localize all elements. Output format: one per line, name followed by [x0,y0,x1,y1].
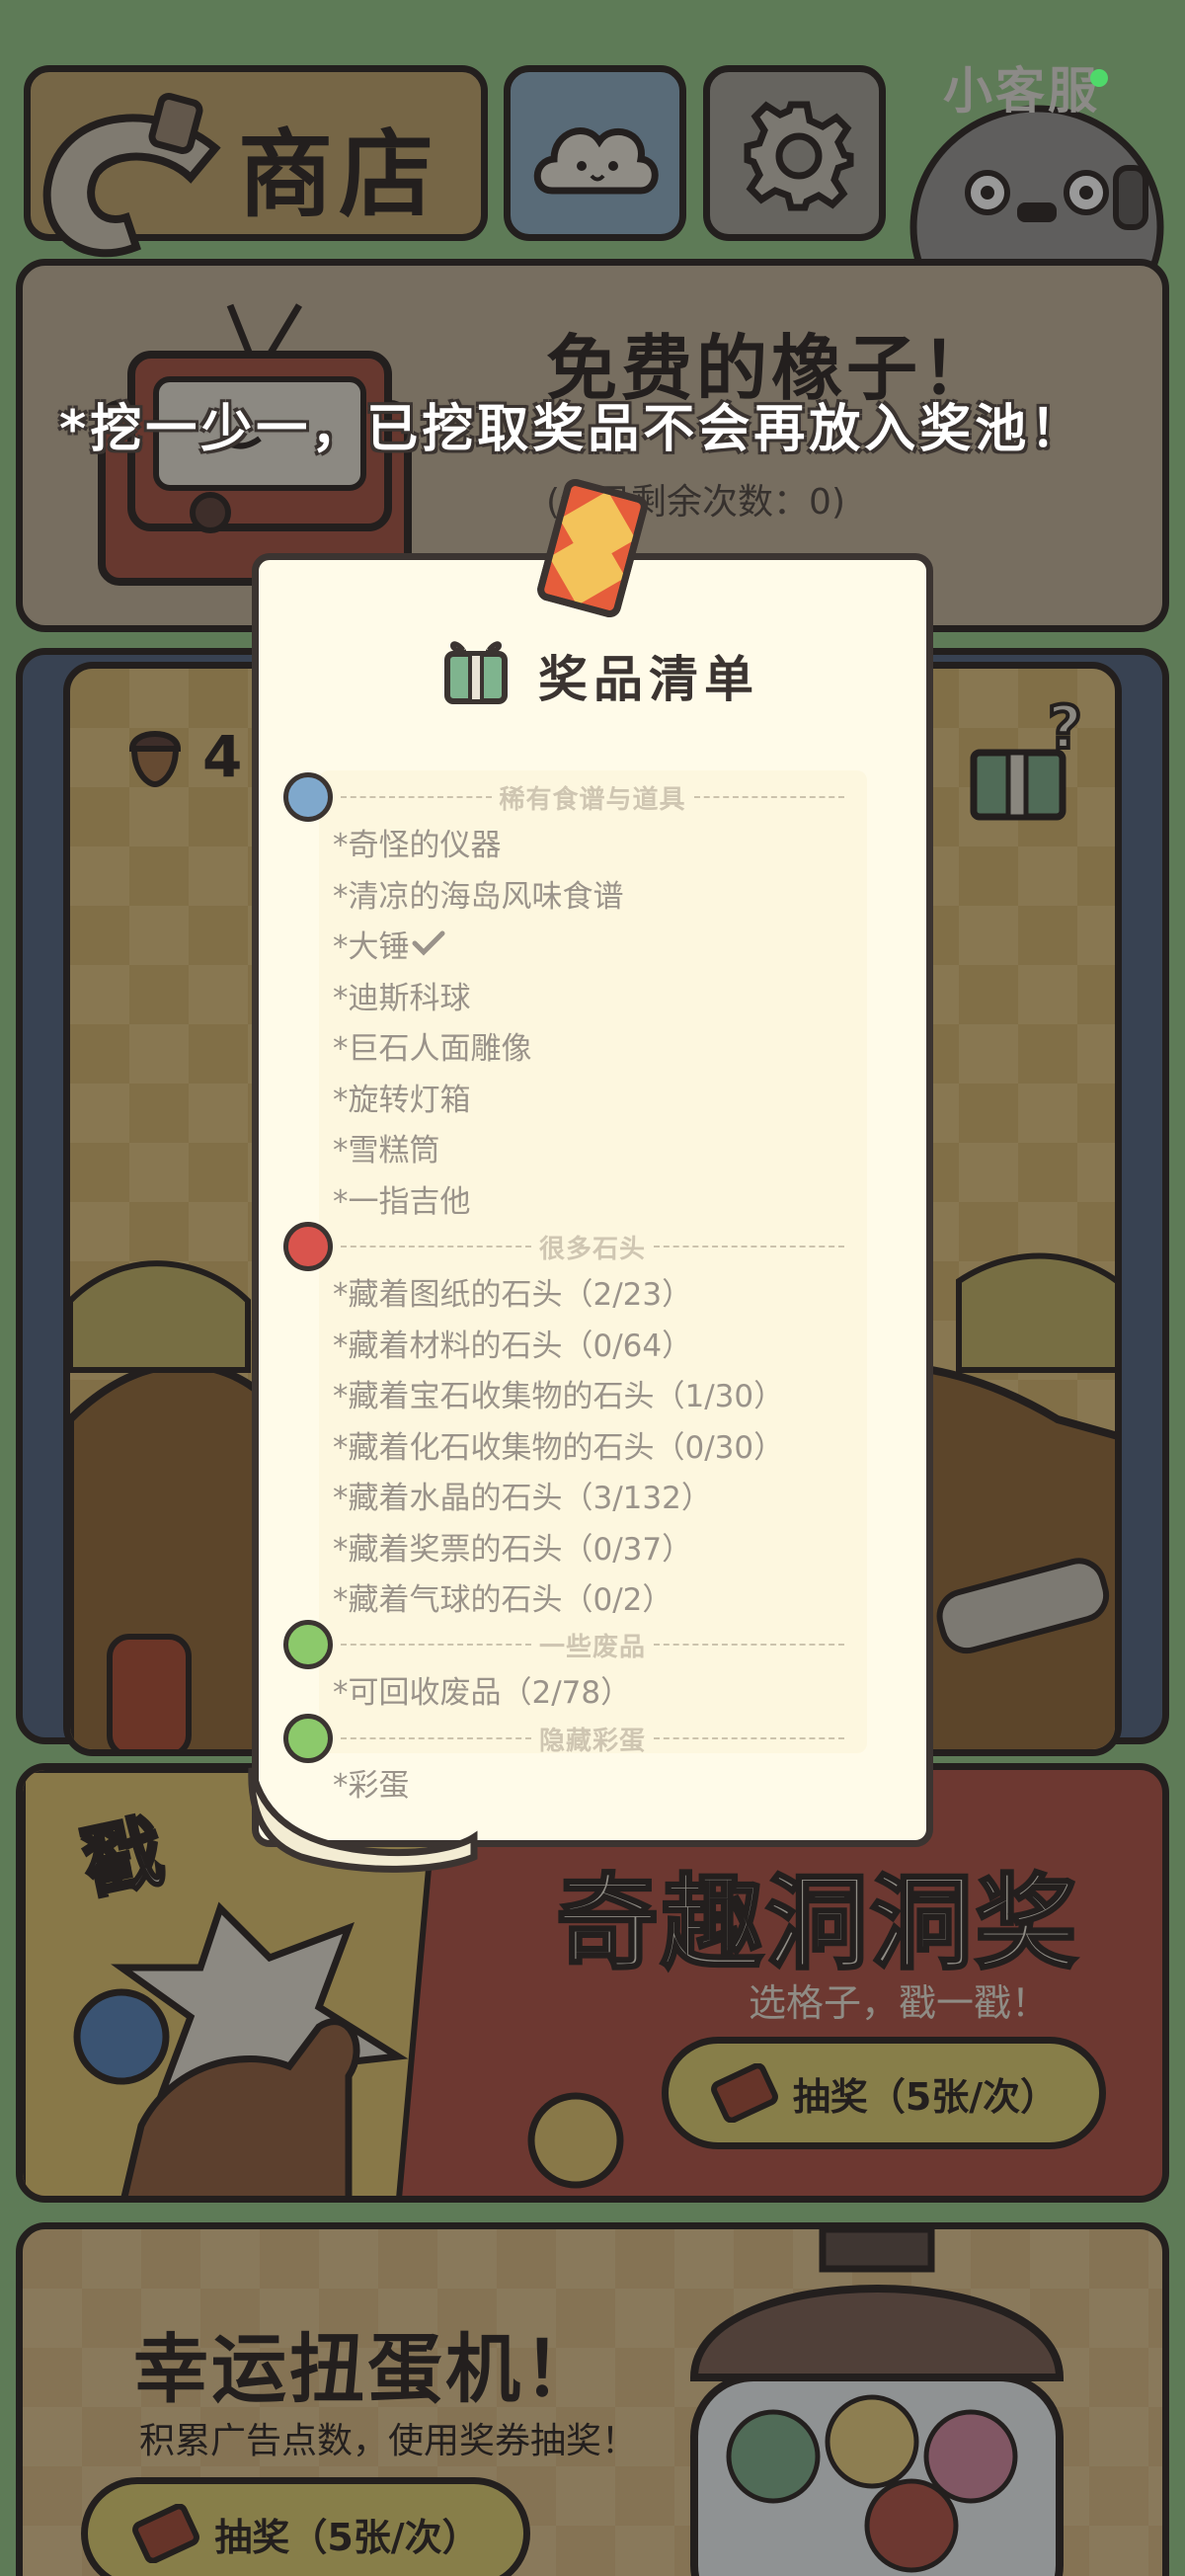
prize-list-modal[interactable]: 奖品清单 稀有食谱与道具 *奇怪的仪器 *清凉的海岛风味食谱 *大锤 *迪斯科球 *巨石人… [248,478,933,1873]
poke-draw-label: 抽奖（5张/次） [792,2074,1059,2119]
poke-subtitle: 选格子，戳一戳！ [749,1981,1050,2025]
prize-item: *藏着水晶的石头（3/132） [333,1473,712,1517]
gacha-draw-button[interactable]: 抽奖（5张/次） [81,2477,530,2576]
ticket-icon [710,2063,778,2123]
section-header: 一些废品 [341,1623,845,1666]
shop-label: 商店 [238,120,439,230]
section-header: 稀有食谱与道具 [341,775,845,819]
prize-item: *迪斯科球 [333,973,471,1017]
prize-item: *巨石人面雕像 [333,1023,532,1068]
section-marker-dot [283,1714,333,1763]
prize-item: *清凉的海岛风味食谱 [333,871,624,916]
prize-item: *藏着宝石收集物的石头（1/30） [333,1371,784,1415]
prize-item-label: *彩蛋 [333,1768,410,1804]
gacha-subtitle: 积累广告点数，使用奖券抽奖！ [139,2421,638,2461]
section-marker-dot [283,1620,333,1669]
section-title: 稀有食谱与道具 [499,784,686,815]
gacha-machine-illustration [689,2229,1065,2576]
gear-icon [744,101,854,211]
weather-button[interactable] [504,65,686,241]
prize-item: *奇怪的仪器 [333,820,502,864]
prize-item: *藏着图纸的石头（2/23） [333,1269,692,1314]
acorn-icon [128,731,182,788]
customer-service-label[interactable]: 小客服 [943,51,1100,122]
prize-item-label: *旋转灯箱 [333,1082,471,1118]
checkmark-icon [412,930,444,956]
poke-draw-button[interactable]: 抽奖（5张/次） [662,2037,1106,2149]
prize-item-label: *可回收废品（2/78） [333,1675,632,1711]
notice-banner: *挖一少一，已挖取奖品不会再放入奖池！ [59,400,1086,459]
prize-item-label: *藏着图纸的石头（2/23） [333,1277,693,1313]
section-title: 一些废品 [539,1632,647,1662]
prize-item: *藏着奖票的石头（0/37） [333,1524,692,1569]
customer-service-mascot[interactable] [908,99,1165,267]
prize-item-label: *奇怪的仪器 [333,828,502,863]
acorn-count: 4 [202,723,243,790]
prize-item: *一指吉他 [333,1176,471,1221]
prize-item: *大锤 [333,922,445,966]
prize-item-label: *迪斯科球 [333,980,471,1016]
prize-item-label: *清凉的海岛风味食谱 [333,878,624,915]
prize-item-label: *巨石人面雕像 [333,1031,532,1067]
prize-item: *藏着材料的石头（0/64） [333,1321,692,1365]
cloud-icon [533,127,659,195]
prize-item-label: *藏着水晶的石头（3/132） [333,1481,712,1516]
settings-button[interactable] [703,65,886,241]
mystery-gift-icon[interactable]: ? [959,698,1087,827]
section-title: 很多石头 [539,1234,647,1264]
prize-item-label: *藏着化石收集物的石头（0/30） [333,1429,785,1466]
svg-text:?: ? [1048,698,1082,763]
prize-item-label: *藏着材料的石头（0/64） [333,1328,693,1364]
online-status-dot [1090,69,1108,87]
back-arrow-icon[interactable] [18,79,235,277]
gacha-title: 幸运扭蛋机！ [133,2325,601,2413]
prize-item: *彩蛋 [333,1760,410,1805]
gift-icon [444,641,508,704]
prize-item: *藏着气球的石头（0/2） [333,1574,672,1619]
section-marker-dot [283,772,333,822]
gacha-draw-label: 抽奖（5张/次） [214,2515,480,2559]
prize-item-label: *大锤 [333,929,410,965]
prize-item: *雪糕筒 [333,1125,440,1169]
section-header: 很多石头 [341,1225,845,1268]
prize-item: *可回收废品（2/78） [333,1667,631,1712]
section-title: 隐藏彩蛋 [539,1726,647,1756]
section-marker-dot [283,1222,333,1271]
prize-item-label: *藏着奖票的石头（0/37） [333,1531,693,1568]
ticket-clip-icon [537,478,648,618]
prize-item-label: *藏着宝石收集物的石头（1/30） [333,1379,785,1414]
section-header: 隐藏彩蛋 [341,1717,845,1760]
poke-title: 奇趣洞洞奖 [554,1862,1080,1985]
ticket-icon [132,2504,200,2563]
modal-title: 奖品清单 [538,651,759,708]
prize-item: *旋转灯箱 [333,1075,471,1119]
prize-item-label: *藏着气球的石头（0/2） [333,1582,673,1618]
prize-item-label: *雪糕筒 [333,1133,440,1168]
prize-item: *藏着化石收集物的石头（0/30） [333,1422,784,1467]
prize-item-label: *一指吉他 [333,1183,471,1220]
